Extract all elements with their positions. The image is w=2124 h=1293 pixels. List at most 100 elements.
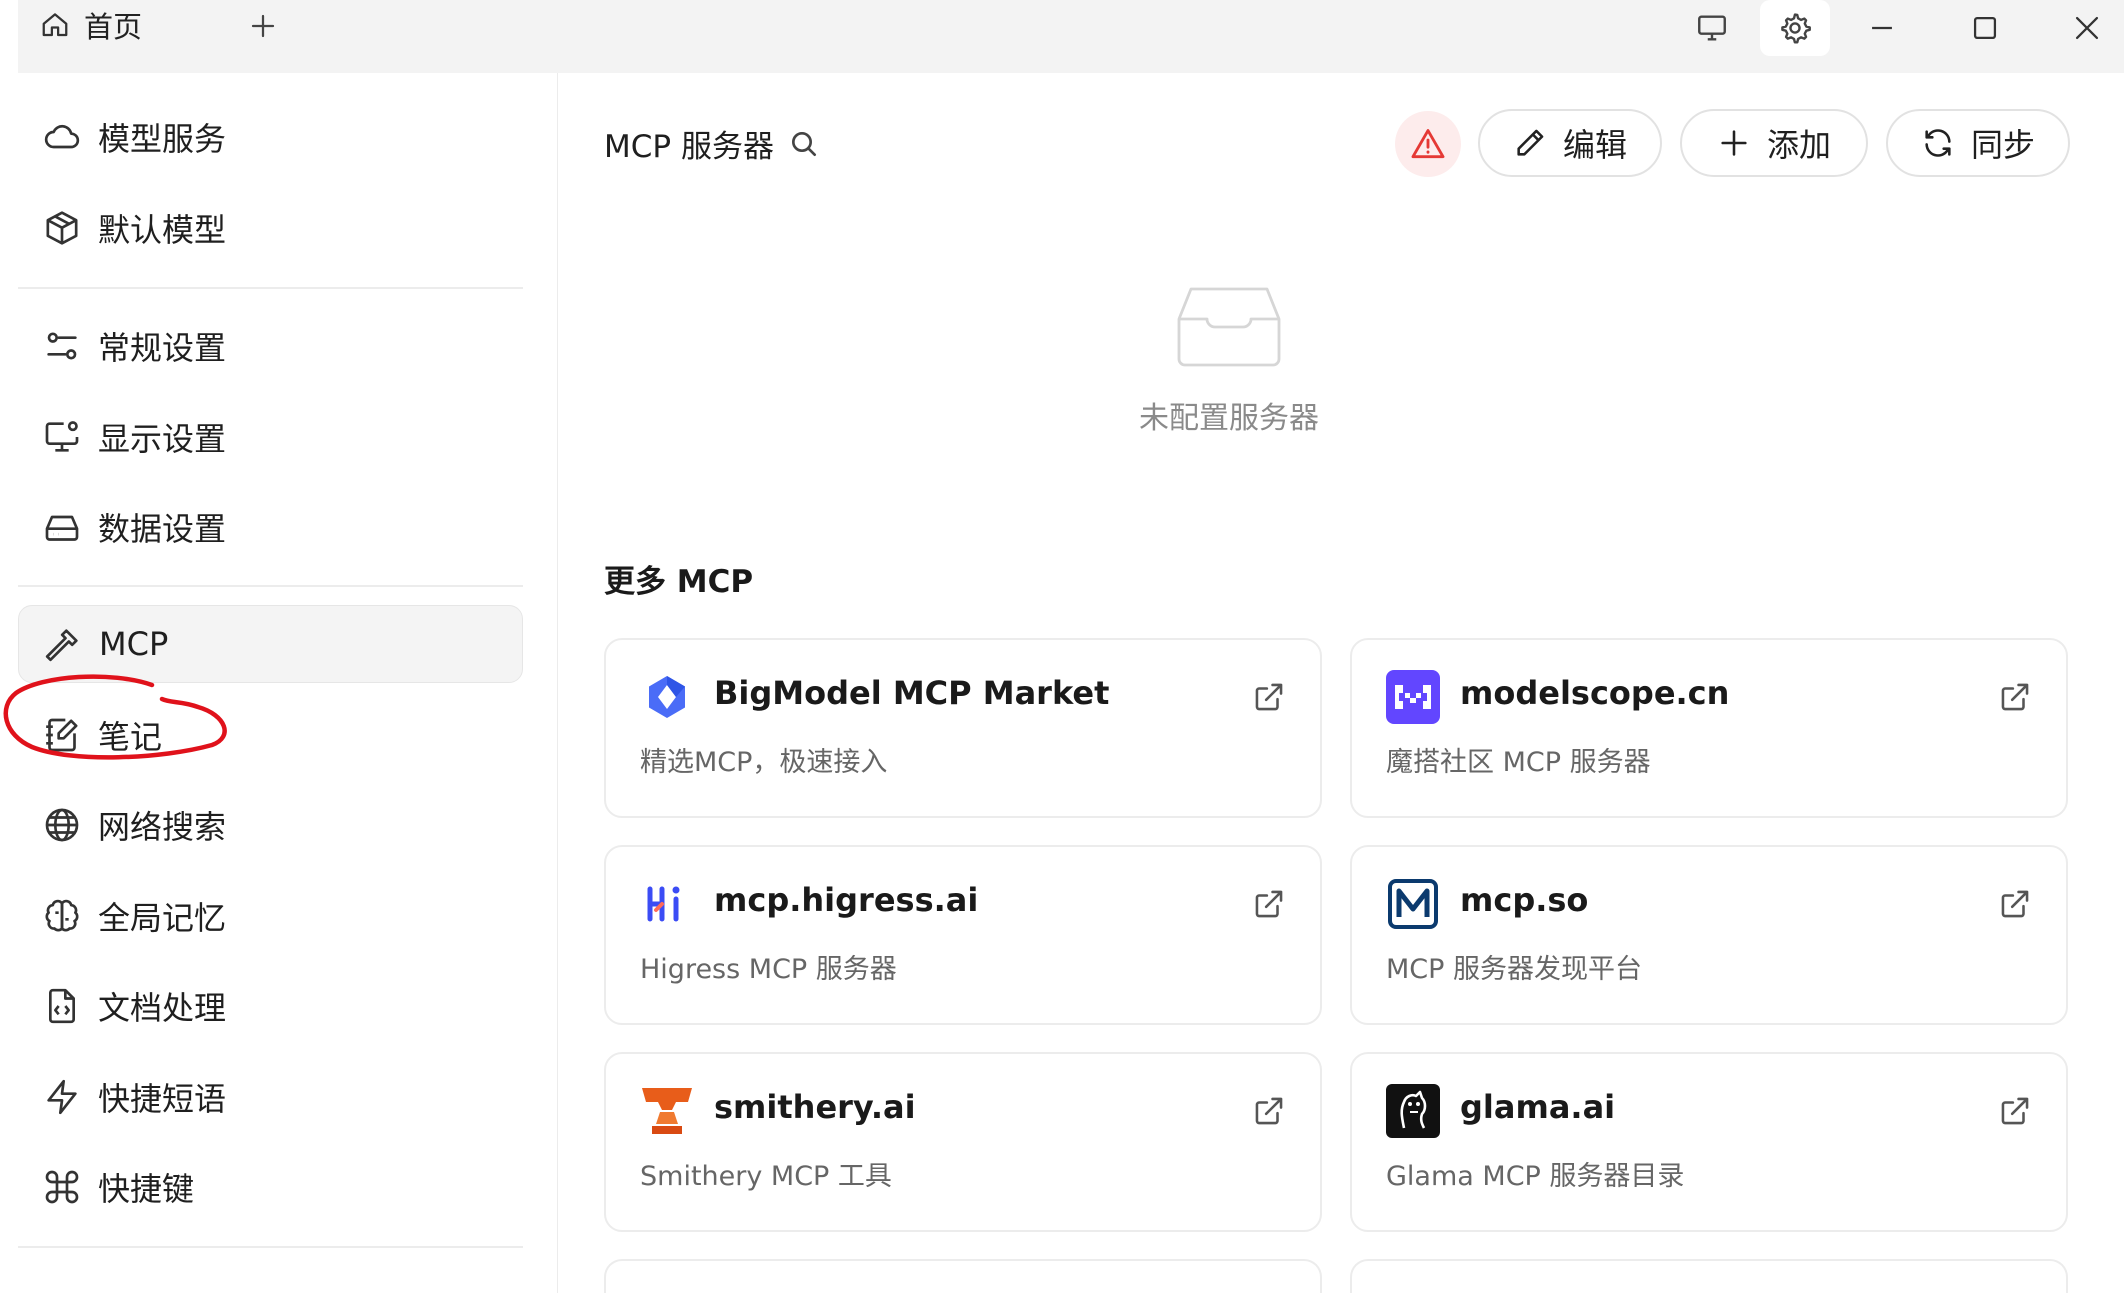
sliders-icon	[47, 332, 77, 360]
external-link-icon[interactable]	[1252, 680, 1286, 714]
sidebar-item-global-memory[interactable]: 全局记忆	[18, 877, 523, 955]
search-icon[interactable]	[788, 128, 820, 160]
settings-sidebar: 模型服务 默认模型 常规设置 显示设置 数据设置 MCP 笔记 网络搜索 全局记…	[0, 73, 558, 1293]
mcp-card-partial[interactable]	[604, 1259, 1322, 1293]
external-link-icon[interactable]	[1252, 887, 1286, 921]
sidebar-item-web-search[interactable]: 网络搜索	[18, 786, 523, 864]
sidebar-item-label: MCP	[99, 625, 169, 663]
plus-icon	[251, 14, 275, 38]
globe-icon	[45, 808, 79, 842]
maximize-button[interactable]	[1950, 0, 2020, 56]
notebook-icon	[46, 718, 78, 752]
page-title: MCP 服务器	[604, 121, 820, 166]
display-mode-button[interactable]	[1677, 0, 1747, 56]
tab-home[interactable]: 首页	[40, 0, 142, 50]
mcp-card-mcpso[interactable]: mcp.so MCP 服务器发现平台	[1350, 845, 2068, 1025]
mcp-card-desc: Higress MCP 服务器	[640, 954, 897, 985]
warning-triangle-icon	[1411, 129, 1445, 159]
mcp-card-smithery[interactable]: smithery.ai Smithery MCP 工具	[604, 1052, 1322, 1232]
cloud-icon	[44, 124, 80, 149]
mcp-card-name: glama.ai	[1460, 1088, 1616, 1126]
mcpso-logo	[1386, 877, 1440, 931]
mcp-card-higress[interactable]: mcp.higress.ai Higress MCP 服务器	[604, 845, 1322, 1025]
page-title-text: MCP 服务器	[604, 129, 774, 165]
new-tab-button[interactable]	[243, 6, 283, 46]
glama-logo	[1386, 1084, 1440, 1138]
sidebar-item-label: 数据设置	[98, 510, 227, 548]
mcp-card-desc: Smithery MCP 工具	[640, 1161, 892, 1192]
bigmodel-logo	[640, 670, 694, 724]
more-mcp-heading: 更多 MCP	[604, 564, 754, 600]
app-window: 首页 模型服务 默认模型 常规设置 显示设置 数据设置 MCP 笔记 网络搜索 …	[0, 0, 2124, 1293]
plus-icon	[1721, 130, 1747, 156]
add-button[interactable]: 添加	[1680, 109, 1868, 177]
hammer-icon	[45, 629, 78, 662]
external-link-icon[interactable]	[1252, 1094, 1286, 1128]
sidebar-item-label: 默认模型	[98, 211, 227, 249]
gear-icon	[1781, 13, 1811, 44]
empty-state: 未配置服务器	[1134, 283, 1324, 436]
mcp-card-modelscope[interactable]: modelscope.cn 魔搭社区 MCP 服务器	[1350, 638, 2068, 818]
sync-button[interactable]: 同步	[1886, 109, 2070, 177]
edit-button[interactable]: 编辑	[1478, 109, 1662, 177]
pencil-icon	[1517, 129, 1544, 156]
add-button-label: 添加	[1766, 126, 1831, 164]
mcp-card-desc: 精选MCP，极速接入	[640, 747, 888, 778]
zap-icon	[47, 1079, 77, 1115]
cube-icon	[46, 211, 78, 245]
mcp-card-name: modelscope.cn	[1460, 674, 1730, 712]
mcp-card-desc: Glama MCP 服务器目录	[1386, 1161, 1685, 1192]
mcp-card-partial[interactable]	[1350, 1259, 2068, 1293]
sidebar-item-label: 显示设置	[98, 420, 227, 458]
sidebar-item-label: 快捷短语	[98, 1080, 227, 1118]
mcp-card-name: BigModel MCP Market	[714, 674, 1110, 712]
sidebar-item-label: 网络搜索	[98, 808, 227, 846]
external-link-icon[interactable]	[1998, 680, 2032, 714]
sidebar-item-data-settings[interactable]: 数据设置	[18, 488, 523, 566]
warning-button[interactable]	[1395, 111, 1461, 177]
command-icon	[45, 1170, 79, 1204]
sidebar-item-label: 笔记	[98, 718, 163, 756]
maximize-icon	[1973, 16, 1997, 40]
close-icon	[2075, 16, 2099, 40]
sidebar-item-label: 文档处理	[98, 989, 227, 1027]
mcp-card-glama[interactable]: glama.ai Glama MCP 服务器目录	[1350, 1052, 2068, 1232]
sidebar-item-general-settings[interactable]: 常规设置	[18, 307, 523, 385]
sidebar-item-mcp[interactable]: MCP	[18, 605, 523, 683]
empty-state-text: 未配置服务器	[1139, 401, 1319, 436]
inbox-empty-icon	[1177, 287, 1281, 367]
settings-button[interactable]	[1760, 0, 1830, 56]
sidebar-item-default-model[interactable]: 默认模型	[18, 189, 523, 267]
tab-home-label: 首页	[84, 10, 143, 44]
higress-logo	[640, 877, 694, 931]
close-button[interactable]	[2052, 0, 2122, 56]
minimize-button[interactable]	[1847, 0, 1917, 56]
sidebar-item-quick-phrases[interactable]: 快捷短语	[18, 1058, 523, 1136]
sidebar-item-label: 常规设置	[98, 329, 227, 367]
monitor-settings-icon	[45, 421, 79, 452]
sidebar-item-model-service[interactable]: 模型服务	[18, 98, 523, 176]
smithery-logo	[640, 1084, 694, 1138]
home-icon	[42, 13, 68, 37]
sidebar-divider	[18, 585, 523, 587]
file-code-icon	[49, 988, 75, 1024]
external-link-icon[interactable]	[1998, 887, 2032, 921]
mcp-card-name: smithery.ai	[714, 1088, 916, 1126]
modelscope-logo	[1386, 670, 1440, 724]
mcp-card-name: mcp.higress.ai	[714, 881, 979, 919]
mcp-settings-panel: MCP 服务器 编辑 添加 同步 未配置服务器 更多 MCP BigModel …	[559, 73, 2124, 1293]
hard-drive-icon	[45, 515, 79, 541]
sidebar-item-label: 全局记忆	[98, 899, 227, 937]
mcp-card-desc: MCP 服务器发现平台	[1386, 954, 1643, 985]
sidebar-item-document-processing[interactable]: 文档处理	[18, 967, 523, 1045]
external-link-icon[interactable]	[1998, 1094, 2032, 1128]
edit-button-label: 编辑	[1562, 126, 1627, 164]
mcp-card-bigmodel[interactable]: BigModel MCP Market 精选MCP，极速接入	[604, 638, 1322, 818]
brain-icon	[45, 899, 79, 932]
title-bar: 首页	[18, 0, 2124, 73]
sidebar-item-display-settings[interactable]: 显示设置	[18, 398, 523, 476]
sidebar-divider	[18, 287, 523, 289]
minimize-icon	[1872, 26, 1892, 30]
sidebar-item-shortcuts[interactable]: 快捷键	[18, 1148, 523, 1226]
sidebar-item-notes[interactable]: 笔记	[18, 696, 523, 774]
